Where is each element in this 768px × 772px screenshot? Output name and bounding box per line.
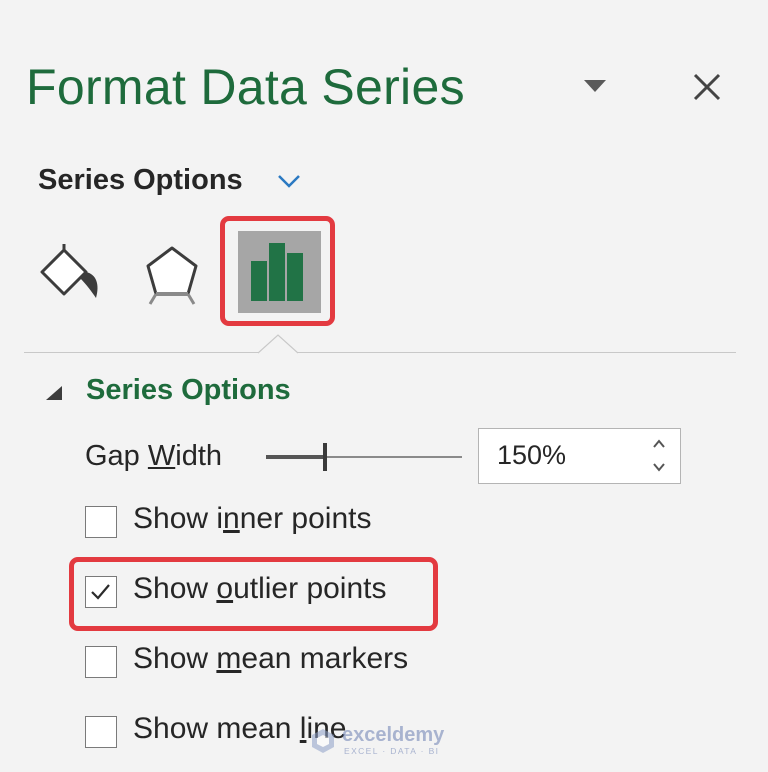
gap-width-label: Gap Width: [85, 440, 223, 472]
exceldemy-logo-icon: [312, 729, 334, 753]
chevron-down-icon[interactable]: [275, 172, 303, 190]
exceldemy-watermark: exceldemy EXCEL · DATA · BI: [308, 724, 460, 758]
paint-bucket-icon: [40, 244, 98, 298]
close-icon[interactable]: [690, 70, 724, 104]
checkbox-box[interactable]: [85, 716, 117, 748]
format-data-series-pane: Format Data Series Series Options Series…: [0, 0, 768, 772]
checkbox-label: Show inner points: [133, 502, 372, 535]
gap-width-slider[interactable]: [264, 442, 462, 472]
slider-thumb[interactable]: [323, 443, 327, 471]
pane-title: Format Data Series: [26, 59, 465, 115]
tab-fill-and-line[interactable]: [38, 244, 104, 302]
gap-width-input[interactable]: 150%: [478, 428, 681, 484]
spin-down-icon[interactable]: [650, 459, 668, 475]
checkbox-label: Show outlier points: [133, 572, 387, 605]
checkbox-show-outlier-points[interactable]: Show outlier points: [85, 572, 425, 614]
tab-effects[interactable]: [140, 242, 204, 306]
tab-pointer: [257, 333, 299, 355]
checkbox-box[interactable]: [85, 646, 117, 678]
series-options-dropdown[interactable]: Series Options: [38, 164, 243, 197]
bar-chart-icon: [251, 243, 303, 301]
collapse-triangle-icon[interactable]: [44, 384, 64, 402]
pentagon-icon: [146, 246, 198, 305]
watermark-name: exceldemy: [342, 724, 445, 746]
checkbox-box[interactable]: [85, 576, 117, 608]
checkbox-show-mean-markers[interactable]: Show mean markers: [85, 642, 435, 684]
checkbox-label: Show mean markers: [133, 642, 409, 675]
checkbox-show-inner-points[interactable]: Show inner points: [85, 502, 405, 544]
checkbox-box[interactable]: [85, 506, 117, 538]
spin-up-icon[interactable]: [650, 436, 668, 452]
section-title[interactable]: Series Options: [86, 374, 291, 407]
gap-width-value: 150%: [497, 440, 567, 470]
tab-series-options[interactable]: [238, 231, 321, 313]
tab-divider: [24, 352, 736, 353]
checkmark-icon: [91, 584, 110, 600]
triangle-down-icon[interactable]: [583, 78, 607, 94]
watermark-tagline: EXCEL · DATA · BI: [344, 746, 440, 756]
slider-fill: [266, 455, 325, 459]
